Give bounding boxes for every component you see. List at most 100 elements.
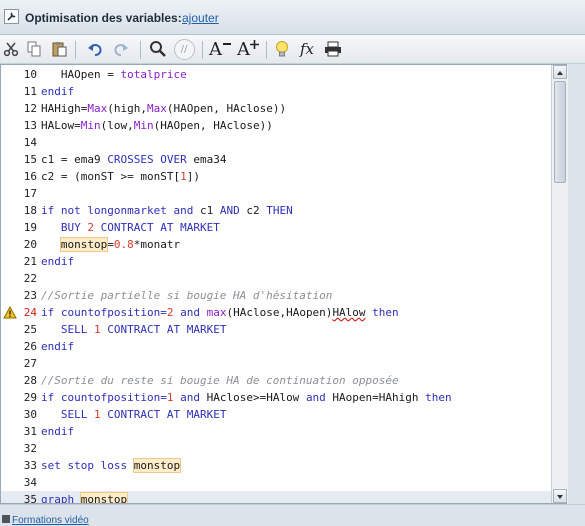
code-line[interactable]: 13 HALow=Min(low,Min(HAOpen, HAclose)) [1,117,567,134]
line-number: 12 [23,102,37,115]
code-token: (HAOpen, HAclose)) [166,102,287,115]
code-text: HAOpen = totalprice [41,66,187,83]
code-line[interactable]: 21 endif [1,253,567,270]
code-line[interactable]: 23 //Sortie partielle si bougie HA d'hési… [1,287,567,304]
code-token: //Sortie du reste si bougie HA de contin… [41,374,399,387]
function-icon[interactable]: fx [297,39,317,59]
line-number: 17 [23,187,37,200]
line-number: 34 [23,476,37,489]
code-line[interactable]: 22 [1,270,567,287]
scroll-thumb[interactable] [554,81,566,183]
code-text: if countofposition=2 and max(HAclose,HAo… [41,304,399,321]
video-tutorials-link[interactable]: Formations vidéo [12,515,89,526]
code-line[interactable]: 24 if countofposition=2 and max(HAclose,H… [1,304,567,321]
code-line[interactable]: 29 if countofposition=1 and HAclose>=HAlo… [1,389,567,406]
line-number: 26 [23,340,37,353]
code-line[interactable]: 11 endif [1,83,567,100]
code-token: if not longonmarket and [41,204,194,217]
comment-icon[interactable]: // [173,38,195,60]
code-token: HAlow [332,306,366,319]
code-text: set stop loss monstop [41,457,182,474]
code-line[interactable]: 25 SELL 1 CONTRACT AT MARKET [1,321,567,338]
line-number: 23 [23,289,37,302]
code-text: //Sortie partielle si bougie HA d'hésita… [41,287,332,304]
code-token: monstop [59,237,109,252]
code-token: CONTRACT AT MARKET [100,323,227,336]
code-token: set stop loss [41,459,134,472]
add-variable-link[interactable]: ajouter [182,11,219,25]
scissors-icon[interactable] [2,39,20,59]
code-token: totalprice [120,68,187,81]
code-text: HALow=Min(low,Min(HAOpen, HAclose)) [41,117,273,134]
code-token: if countofposition= [41,391,167,404]
code-line[interactable]: 15 c1 = ema9 CROSSES OVER ema34 [1,151,567,168]
code-line[interactable]: 14 [1,134,567,151]
code-line[interactable]: 17 [1,185,567,202]
paste-icon[interactable] [50,39,68,59]
code-token: (low, [100,119,134,132]
undo-icon[interactable] [86,39,104,59]
scroll-up-button[interactable] [553,65,567,79]
code-token: (HAOpen, HAclose)) [153,119,273,132]
code-text: if not longonmarket and c1 AND c2 THEN [41,202,293,219]
line-number: 31 [23,425,37,438]
code-line[interactable]: 16 c2 = (monST >= monST[1]) [1,168,567,185]
line-number: 32 [23,442,37,455]
code-line[interactable]: 20 monstop=0.8*monatr [1,236,567,253]
code-token: monstop [132,458,182,473]
code-token: c1 [193,204,220,217]
code-token: HAclose>=HAlow [206,391,306,404]
code-text: c1 = ema9 CROSSES OVER ema34 [41,151,226,168]
text-cursor [127,493,129,503]
code-line[interactable]: 30 SELL 1 CONTRACT AT MARKET [1,406,567,423]
code-token: endif [41,255,75,268]
code-token: endif [41,425,75,438]
code-token: ema34 [186,153,227,166]
decrease-font-icon[interactable]: A [207,39,233,60]
code-line[interactable]: 18 if not longonmarket and c1 AND c2 THEN [1,202,567,219]
code-editor[interactable]: 10 HAOpen = totalprice 11 endif 12 HAHigh=Ma… [0,64,567,504]
copy-icon[interactable] [25,39,43,59]
wrench-icon [4,9,19,24]
code-line[interactable]: 32 [1,440,567,457]
code-text: BUY 2 CONTRACT AT MARKET [41,219,220,236]
code-line[interactable]: 10 HAOpen = totalprice [1,66,567,83]
code-token: then [425,391,452,404]
code-text: if countofposition=1 and HAclose>=HAlow … [41,389,452,406]
code-token: CONTRACT AT MARKET [93,221,220,234]
code-line[interactable]: 27 [1,355,567,372]
line-number: 20 [23,238,37,251]
code-line[interactable]: 31 endif [1,423,567,440]
vertical-scrollbar[interactable] [551,65,568,503]
code-line[interactable]: 34 [1,474,567,491]
code-token: (HAclose,HAopen) [226,306,333,319]
code-token: CONTRACT AT MARKET [100,408,227,421]
editor-toolbar: // A A fx [0,35,585,64]
code-token: c2 = (monST >= monST[ [41,170,181,183]
line-number: 35 [23,493,37,504]
code-token: //Sortie partielle si bougie HA d'hésita… [41,289,333,302]
line-number: 14 [23,136,37,149]
code-line[interactable]: 35 graph monstop [1,491,567,504]
print-icon[interactable] [323,39,343,59]
redo-icon[interactable] [112,39,130,59]
optimisation-title: Optimisation des variables: [25,11,182,25]
code-line[interactable]: 26 endif [1,338,567,355]
code-text: SELL 1 CONTRACT AT MARKET [41,406,227,423]
code-line[interactable]: 19 BUY 2 CONTRACT AT MARKET [1,219,567,236]
search-icon[interactable] [148,39,168,59]
code-token: (high, [107,102,147,115]
code-text: endif [41,423,74,440]
lightbulb-icon[interactable] [273,39,291,59]
code-line[interactable]: 33 set stop loss monstop [1,457,567,474]
line-number: 33 [23,459,37,472]
code-token: endif [41,85,75,98]
title-bar: Optimisation des variables: ajouter [0,0,585,35]
code-token: max [206,306,227,319]
scroll-down-button[interactable] [553,489,567,503]
code-text: endif [41,338,74,355]
increase-font-icon[interactable]: A [235,39,261,60]
code-line[interactable]: 12 HAHigh=Max(high,Max(HAOpen, HAclose)) [1,100,567,117]
code-line[interactable]: 28 //Sortie du reste si bougie HA de cont… [1,372,567,389]
